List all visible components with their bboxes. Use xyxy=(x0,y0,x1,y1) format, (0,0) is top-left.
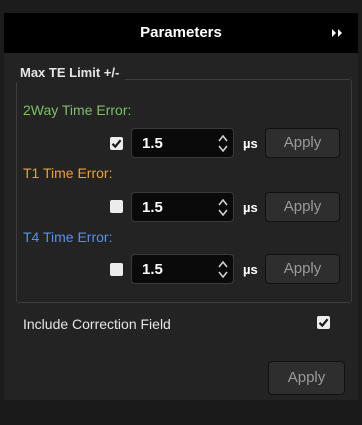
two-way-time-error-checkbox[interactable] xyxy=(110,137,123,150)
t1-time-error-stepper[interactable] xyxy=(131,192,234,222)
include-correction-field-label: Include Correction Field xyxy=(23,316,171,332)
two-way-time-error-unit: µs xyxy=(243,136,258,151)
checkmark-icon xyxy=(111,139,122,149)
t4-time-error-checkbox[interactable] xyxy=(110,263,123,276)
panel-footer xyxy=(0,400,362,425)
t4-time-error-label: T4 Time Error: xyxy=(23,229,113,245)
t4-time-error-input[interactable] xyxy=(142,259,212,279)
t1-time-error-checkbox[interactable] xyxy=(110,200,123,213)
apply-all-button[interactable]: Apply xyxy=(268,361,345,395)
t4-time-error-apply-button[interactable]: Apply xyxy=(265,254,340,284)
double-chevron-right-icon[interactable] xyxy=(330,25,344,41)
spinner-arrows-icon[interactable] xyxy=(218,133,228,154)
panel-title: Parameters xyxy=(140,24,222,41)
spinner-arrows-icon[interactable] xyxy=(218,259,228,280)
two-way-time-error-input[interactable] xyxy=(142,133,212,153)
spinner-arrows-icon[interactable] xyxy=(218,197,228,218)
max-te-limit-legend: Max TE Limit +/- xyxy=(14,64,126,82)
t1-time-error-unit: µs xyxy=(243,200,258,215)
two-way-time-error-stepper[interactable] xyxy=(131,128,234,158)
panel-header: Parameters xyxy=(4,13,358,53)
t4-time-error-stepper[interactable] xyxy=(131,254,234,284)
t1-time-error-label: T1 Time Error: xyxy=(23,165,113,181)
parameters-panel: Parameters Max TE Limit +/- 2Way Time Er… xyxy=(0,0,362,425)
t1-time-error-apply-button[interactable]: Apply xyxy=(265,192,340,222)
checkmark-icon xyxy=(318,318,329,328)
include-correction-field-checkbox[interactable] xyxy=(317,316,330,329)
two-way-time-error-label: 2Way Time Error: xyxy=(23,102,132,118)
two-way-time-error-apply-button[interactable]: Apply xyxy=(265,128,340,158)
t1-time-error-input[interactable] xyxy=(142,197,212,217)
t4-time-error-unit: µs xyxy=(243,262,258,277)
